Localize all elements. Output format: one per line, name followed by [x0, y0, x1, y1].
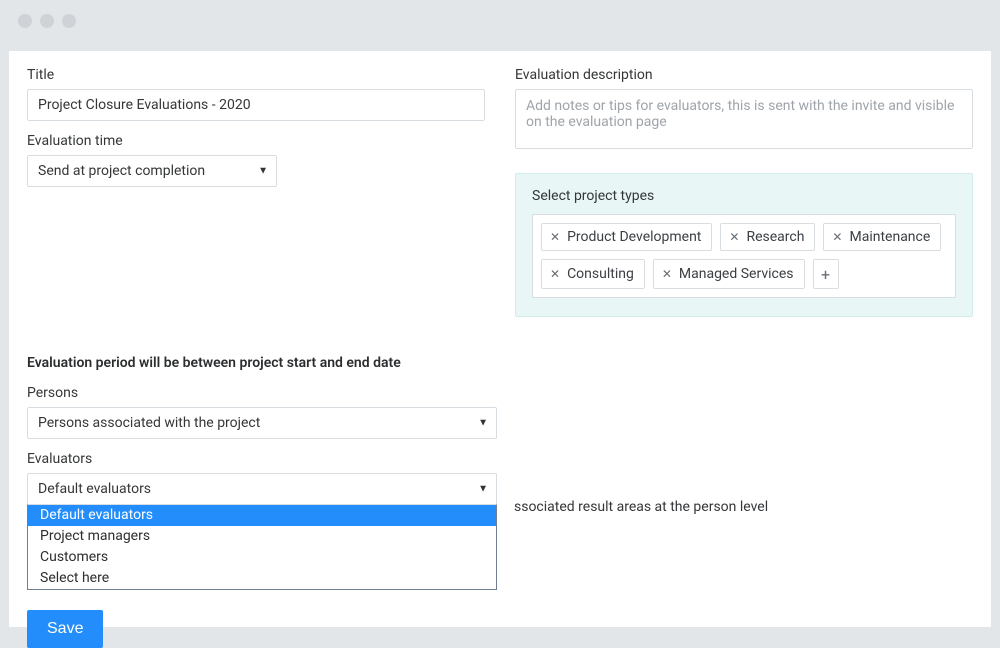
tag-label: Research [746, 229, 804, 245]
project-types-box: Select project types ✕ Product Developme… [515, 173, 973, 317]
close-icon[interactable]: ✕ [729, 231, 739, 243]
top-row: Title Evaluation time Send at project co… [27, 67, 973, 317]
evaluators-option[interactable]: Select here [28, 568, 496, 589]
project-type-tag[interactable]: ✕ Managed Services [653, 259, 805, 289]
eval-desc-textarea[interactable] [515, 89, 973, 149]
tag-label: Product Development [567, 229, 701, 245]
left-column: Title Evaluation time Send at project co… [27, 67, 485, 317]
window-dot [18, 14, 32, 28]
tag-label: Maintenance [849, 229, 930, 245]
project-type-tag[interactable]: ✕ Maintenance [823, 223, 941, 251]
window-titlebar [0, 0, 1000, 42]
chevron-down-icon: ▼ [478, 418, 488, 429]
project-type-tag[interactable]: ✕ Consulting [541, 259, 645, 289]
tag-label: Consulting [567, 266, 634, 282]
tag-label: Managed Services [679, 266, 794, 282]
evaluators-dropdown: Default evaluators Project managers Cust… [27, 504, 497, 590]
evaluators-label: Evaluators [27, 451, 973, 467]
persons-value: Persons associated with the project [38, 415, 260, 431]
close-icon[interactable]: ✕ [550, 231, 560, 243]
evaluators-value: Default evaluators [38, 481, 151, 497]
save-button[interactable]: Save [27, 610, 103, 648]
window-dot [40, 14, 54, 28]
form-panel: Title Evaluation time Send at project co… [8, 50, 992, 628]
title-label: Title [27, 67, 485, 83]
persons-label: Persons [27, 385, 973, 401]
evaluators-option[interactable]: Default evaluators [28, 505, 496, 526]
add-project-type-button[interactable]: + [813, 259, 839, 289]
close-icon[interactable]: ✕ [832, 231, 842, 243]
window-dot [62, 14, 76, 28]
app-window: Title Evaluation time Send at project co… [0, 0, 1000, 636]
eval-time-select[interactable]: Send at project completion ▼ [27, 155, 277, 187]
chevron-down-icon: ▼ [478, 484, 488, 495]
project-types-container: ✕ Product Development ✕ Research ✕ Maint… [532, 214, 956, 298]
project-type-tag[interactable]: ✕ Product Development [541, 223, 712, 251]
eval-period-note: Evaluation period will be between projec… [27, 355, 973, 371]
evaluators-option[interactable]: Customers [28, 547, 496, 568]
close-icon[interactable]: ✕ [662, 268, 672, 280]
persons-select[interactable]: Persons associated with the project ▼ [27, 407, 497, 439]
right-column: Evaluation description Select project ty… [515, 67, 973, 317]
result-areas-hint-fragment: ssociated result areas at the person lev… [514, 499, 768, 515]
title-input[interactable] [27, 89, 485, 121]
eval-desc-label: Evaluation description [515, 67, 973, 83]
chevron-down-icon: ▼ [258, 166, 268, 177]
eval-time-label: Evaluation time [27, 133, 485, 149]
evaluators-select[interactable]: Default evaluators ▼ [27, 473, 497, 505]
close-icon[interactable]: ✕ [550, 268, 560, 280]
project-type-tag[interactable]: ✕ Research [720, 223, 815, 251]
section-evaluation-details: Evaluation period will be between projec… [27, 355, 973, 648]
project-types-label: Select project types [532, 188, 956, 204]
eval-time-value: Send at project completion [38, 163, 205, 179]
evaluators-option[interactable]: Project managers [28, 526, 496, 547]
